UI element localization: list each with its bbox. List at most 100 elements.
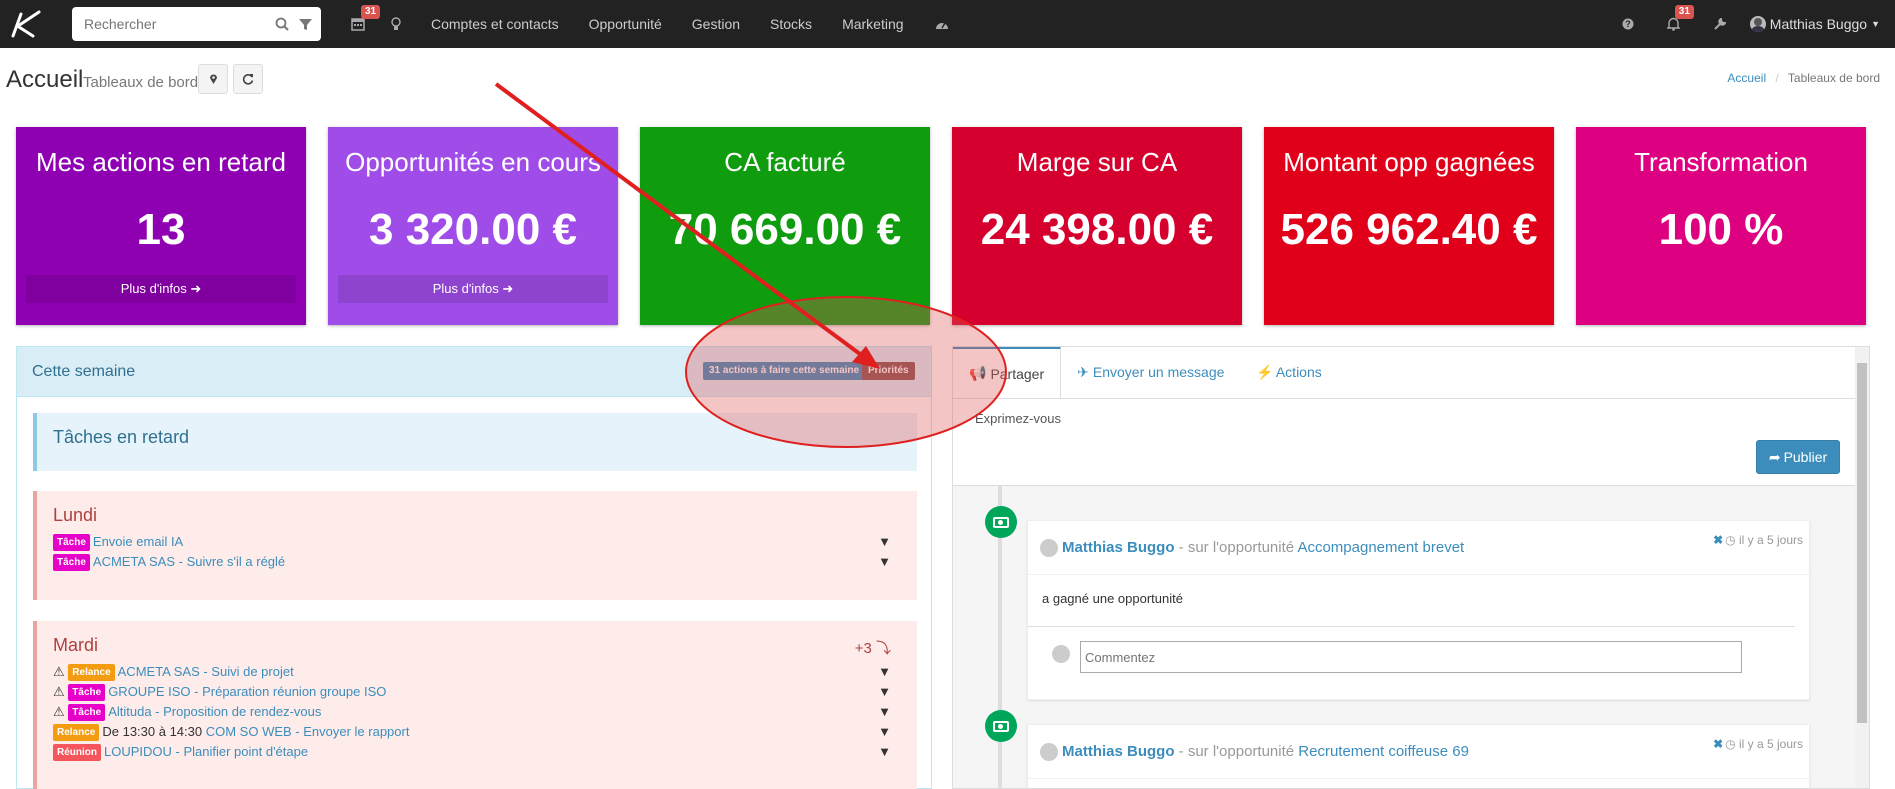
search-icon[interactable]: [275, 15, 289, 33]
post-link[interactable]: Recrutement coiffeuse 69: [1298, 743, 1469, 760]
close-icon[interactable]: ✖: [1713, 533, 1723, 547]
more-info-label: Plus d'infos: [120, 281, 187, 296]
tab-partager[interactable]: 📢 Partager: [953, 347, 1062, 398]
task-link[interactable]: COM SO WEB - Envoyer le rapport: [206, 724, 410, 739]
chevron-down-icon[interactable]: ▼: [878, 742, 891, 762]
search-input[interactable]: [84, 16, 265, 32]
post-header: Matthias Buggo - sur l'opportunité Accom…: [1028, 521, 1809, 575]
menu-stocks[interactable]: Stocks: [770, 16, 812, 32]
tile-title: Opportunités en cours: [345, 147, 601, 177]
tile-value: 24 398.00 €: [980, 205, 1214, 254]
chevron-down-icon[interactable]: ▼: [878, 722, 891, 742]
task-tag: Tâche: [53, 554, 90, 572]
menu-comptes-contacts[interactable]: Comptes et contacts: [431, 16, 559, 32]
paper-plane-icon: ✈: [1077, 363, 1089, 380]
refresh-button[interactable]: [233, 64, 263, 94]
warning-icon: ⚠: [53, 704, 65, 719]
caret-down-icon[interactable]: ▼: [1871, 19, 1880, 29]
tile-transformation[interactable]: Transformation 100 %: [1576, 127, 1866, 325]
comment-avatar: [1052, 645, 1070, 663]
overdue-tasks-title: Tâches en retard: [53, 427, 190, 447]
breadcrumb-home[interactable]: Accueil: [1727, 71, 1766, 85]
publish-label: Publier: [1783, 449, 1828, 465]
post-link[interactable]: Accompagnement brevet: [1297, 539, 1464, 556]
share-icon: ➦: [1768, 448, 1781, 465]
dashboard-icon[interactable]: [934, 0, 950, 48]
post-author[interactable]: Matthias Buggo: [1062, 539, 1175, 556]
post-time: ✖ ◷ il y a 5 jours: [1713, 521, 1803, 559]
more-info-link[interactable]: Plus d'infos ➜: [26, 275, 296, 303]
menu-gestion[interactable]: Gestion: [692, 16, 740, 32]
task-link[interactable]: ACMETA SAS - Suivre s'il a réglé: [93, 554, 285, 569]
menu-marketing[interactable]: Marketing: [842, 16, 903, 32]
notifications-icon[interactable]: 31: [1664, 0, 1694, 48]
task-link[interactable]: ACMETA SAS - Suivi de projet: [118, 664, 294, 679]
task-tag: Tâche: [68, 704, 106, 722]
tile-title: Montant opp gagnées: [1283, 147, 1535, 177]
search-box: [72, 7, 321, 41]
timeline-post: Matthias Buggo - sur l'opportunité Accom…: [1027, 520, 1810, 700]
chevron-down-icon[interactable]: ▼: [878, 682, 891, 702]
user-avatar: [1749, 16, 1766, 32]
user-name[interactable]: Matthias Buggo: [1770, 16, 1867, 32]
priorities-badge[interactable]: Priorités: [862, 362, 915, 380]
notifications-badge: 31: [1674, 5, 1694, 19]
top-navbar: 31 Comptes et contacts Opportunité Gesti…: [0, 0, 1895, 48]
tile-value: 70 669.00 €: [668, 205, 902, 254]
chevron-down-icon[interactable]: ▼: [878, 702, 891, 722]
tile-actions-en-retard[interactable]: Mes actions en retard 13 Plus d'infos ➜: [16, 127, 306, 325]
publish-button[interactable]: ➦ Publier: [1756, 440, 1840, 474]
tile-ca-facture[interactable]: CA facturé 70 669.00 €: [640, 127, 930, 325]
actions-count-badge[interactable]: 31 actions à faire cette semaine: [703, 362, 866, 380]
tile-marge-sur-ca[interactable]: Marge sur CA 24 398.00 €: [952, 127, 1242, 325]
more-info-link[interactable]: Plus d'infos ➜: [338, 275, 608, 303]
lightbulb-icon[interactable]: [389, 0, 403, 48]
more-items-link[interactable]: +3 ⤵: [855, 637, 891, 658]
task-time: De 13:30 à 14:30: [102, 724, 203, 739]
mardi-title-row: Mardi +3 ⤵: [53, 635, 917, 658]
list-item: ⚠ Tâche Altituda - Proposition de rendez-…: [53, 702, 917, 722]
filter-icon[interactable]: [299, 15, 312, 33]
task-link[interactable]: Altituda - Proposition de rendez-vous: [108, 704, 321, 719]
task-link[interactable]: LOUPIDOU - Planifier point d'étape: [104, 744, 308, 759]
chevron-down-icon[interactable]: ▼: [878, 552, 891, 572]
money-icon: [985, 710, 1017, 742]
tile-montant-opp-gagnees[interactable]: Montant opp gagnées 526 962.40 €: [1264, 127, 1554, 325]
post-author[interactable]: Matthias Buggo: [1062, 743, 1175, 760]
tile-opportunites-en-cours[interactable]: Opportunités en cours 3 320.00 € Plus d'…: [328, 127, 618, 325]
tile-title: CA facturé: [724, 147, 846, 177]
this-week-title: Cette semaine: [32, 362, 136, 380]
task-link[interactable]: GROUPE ISO - Préparation réunion groupe …: [108, 684, 386, 699]
tab-label: Envoyer un message: [1092, 364, 1225, 380]
close-icon[interactable]: ✖: [1713, 737, 1723, 751]
tab-actions[interactable]: ⚡ Actions: [1240, 347, 1337, 398]
map-marker-button[interactable]: [198, 64, 228, 94]
scrollbar-thumb[interactable]: [1857, 363, 1867, 723]
mardi-section: Mardi +3 ⤵ ⚠ Relance ACMETA SAS - Suivi d…: [33, 621, 917, 789]
level-down-icon: ⤵: [875, 640, 891, 657]
calendar-badge: 31: [361, 5, 381, 19]
chevron-down-icon[interactable]: ▼: [878, 662, 891, 682]
lundi-section: Lundi Tâche Envoie email IA ▼ Tâche ACMETA…: [33, 491, 917, 600]
post-body: a gagné une opportunité: [1028, 575, 1795, 627]
menu-opportunite[interactable]: Opportunité: [589, 16, 662, 32]
list-item: Réunion LOUPIDOU - Planifier point d'étap…: [53, 742, 917, 762]
list-item: ⚠ Tâche GROUPE ISO - Préparation réunion …: [53, 682, 917, 702]
tab-envoyer-message[interactable]: ✈ Envoyer un message: [1061, 347, 1240, 398]
help-icon[interactable]: ?: [1620, 0, 1636, 48]
app-logo[interactable]: [0, 0, 52, 48]
calendar-icon[interactable]: 31: [347, 0, 381, 48]
this-week-header: Cette semaine 31 actions à faire cette s…: [17, 347, 931, 397]
timeline-post: Matthias Buggo - sur l'opportunité Recru…: [1027, 724, 1810, 788]
wrench-icon[interactable]: [1712, 0, 1728, 48]
more-items-count: +3: [854, 640, 872, 657]
task-link[interactable]: Envoie email IA: [93, 534, 183, 549]
overdue-tasks-section: Tâches en retard: [33, 413, 917, 471]
comment-input[interactable]: [1080, 641, 1742, 673]
share-input[interactable]: Exprimez-vous: [975, 411, 1061, 426]
arrow-circle-right-icon: ➜: [190, 281, 202, 296]
task-tag: Réunion: [53, 744, 101, 762]
chevron-down-icon[interactable]: ▼: [878, 532, 891, 552]
post-avatar: [1040, 539, 1058, 557]
scrollbar[interactable]: [1855, 347, 1869, 788]
